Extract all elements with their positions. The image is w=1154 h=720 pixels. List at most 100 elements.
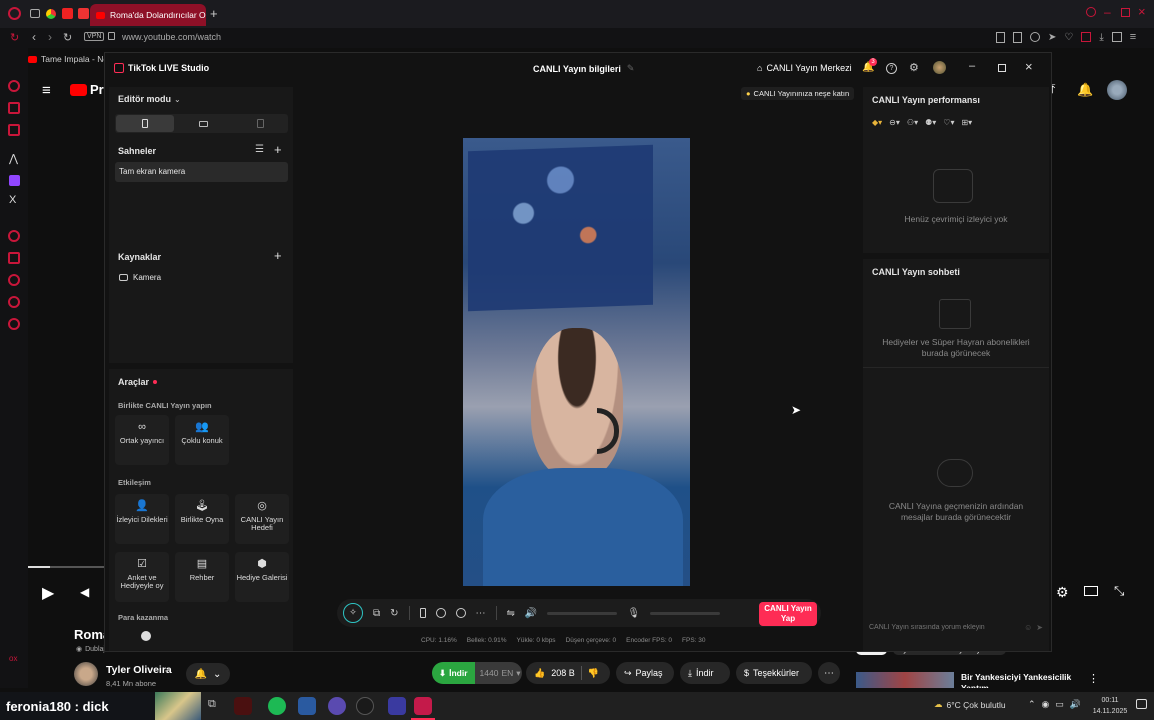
app-taskbar-icon[interactable] <box>388 697 406 715</box>
scene-item[interactable]: Tam ekran kamera <box>115 162 288 182</box>
viewers-icon[interactable]: ⚇▾ <box>907 118 918 127</box>
maximize-icon[interactable] <box>1121 8 1130 17</box>
go-live-button[interactable]: CANLI Yayın Yap <box>759 602 817 626</box>
obs-taskbar-icon[interactable] <box>356 697 374 715</box>
add-scene-icon[interactable]: + <box>274 142 282 157</box>
replay-icon[interactable] <box>455 608 466 618</box>
pinned-tab-icon[interactable] <box>62 8 73 19</box>
sidebar-twitch-icon[interactable] <box>9 175 20 186</box>
sidebar-messenger-icon[interactable] <box>8 102 20 114</box>
edit-icon[interactable]: ✎ <box>627 63 635 74</box>
pinned-tab-icon[interactable] <box>46 9 56 19</box>
add-source-icon[interactable]: + <box>274 248 282 263</box>
sidebar-clock-icon[interactable] <box>8 274 20 286</box>
forward-icon[interactable]: › <box>48 30 52 44</box>
sidebar-x-icon[interactable]: X <box>9 194 16 206</box>
back-icon[interactable]: ‹ <box>32 30 36 44</box>
camera-preview[interactable] <box>463 138 690 586</box>
more-actions-button[interactable]: ⋯ <box>818 662 840 684</box>
suggested-title[interactable]: Bir Yankesiciyi Yankesicilik Yaptım <box>961 672 1081 688</box>
menu-icon[interactable]: ≡ <box>1130 31 1136 43</box>
subscribed-button[interactable]: 🔔 ⌄ <box>186 663 230 685</box>
sidebar-whatsapp-icon[interactable] <box>8 124 20 136</box>
dual-mode-button[interactable] <box>232 115 288 132</box>
likes-icon[interactable]: ♡▾ <box>943 118 954 127</box>
sidebar-more-icon[interactable]: ox <box>9 654 17 663</box>
tab-islands-icon[interactable] <box>30 9 40 18</box>
screenshot-icon[interactable] <box>1111 32 1122 42</box>
window-maximize-icon[interactable] <box>998 64 1006 72</box>
weather-widget[interactable]: ☁ 6°C Çok bulutlu <box>934 699 1006 710</box>
download-icon[interactable]: ⤓ <box>1099 32 1103 43</box>
landscape-mode-button[interactable] <box>174 115 232 132</box>
earn-icon[interactable] <box>141 631 151 641</box>
fullscreen-icon[interactable]: ⤡ <box>1114 583 1124 599</box>
thanks-button[interactable]: $ Teşekkürler <box>736 662 812 684</box>
chat-input[interactable] <box>869 618 1021 636</box>
emoji-icon[interactable]: ☺ <box>1024 623 1032 632</box>
window-minimize-icon[interactable]: – <box>969 60 975 72</box>
url-text[interactable]: www.youtube.com/watch <box>122 32 221 42</box>
hamburger-icon[interactable]: ≡ <box>42 82 51 99</box>
channel-avatar[interactable] <box>74 662 98 686</box>
diamond-icon[interactable]: ◆▾ <box>872 118 882 127</box>
discord-taskbar-icon[interactable] <box>328 697 346 715</box>
snapshot-icon[interactable] <box>1013 31 1022 43</box>
send-icon[interactable]: ➤ <box>1036 623 1043 632</box>
youtube-download-button[interactable]: ⤓ İndir <box>680 662 730 684</box>
channel-name[interactable]: Tyler Oliveira <box>106 664 172 676</box>
like-icon[interactable]: 👍 <box>534 668 545 679</box>
reload-alt-icon[interactable]: ↻ <box>10 31 19 44</box>
sidebar-settings-icon[interactable] <box>8 318 20 330</box>
opera-gx-taskbar-icon[interactable] <box>234 697 252 715</box>
magic-effects-icon[interactable]: ✧ <box>343 603 363 623</box>
coin-icon[interactable]: ⊖▾ <box>889 118 900 127</box>
download-button[interactable]: ⬇ İndir <box>432 662 475 684</box>
poll-button[interactable]: ☑ Anket ve Hediyeyle oy <box>115 552 169 602</box>
sidebar-extensions-icon[interactable] <box>8 296 20 308</box>
mixer-icon[interactable]: ⇋ <box>507 608 515 619</box>
live-info-title[interactable]: CANLI Yayın bilgileri ✎ <box>533 63 634 74</box>
send-icon[interactable]: ➤ <box>1048 32 1056 43</box>
app-taskbar-icon[interactable] <box>298 697 316 715</box>
clock[interactable]: 00:11 14.11.2025 <box>1090 695 1130 717</box>
speaker-volume-slider[interactable] <box>547 611 618 615</box>
reload-icon[interactable]: ↻ <box>63 31 72 44</box>
active-tab[interactable]: Roma'da Dolandırıcılar O <box>90 4 206 26</box>
record-icon[interactable] <box>435 608 446 618</box>
sidebar-history-icon[interactable] <box>8 230 20 242</box>
sidebar-ai-icon[interactable] <box>8 80 20 92</box>
progress-bar[interactable] <box>28 566 104 568</box>
portrait-mode-button[interactable] <box>116 115 174 132</box>
pin-icon[interactable] <box>996 31 1005 43</box>
kebab-menu-icon[interactable]: ⋮ <box>1088 672 1099 685</box>
live-center-button[interactable]: ⌂ CANLI Yayın Merkezi <box>757 63 852 73</box>
scene-list-icon[interactable]: ☰ <box>255 144 264 155</box>
rotate-icon[interactable]: ↻ <box>390 608 398 619</box>
spotify-taskbar-icon[interactable] <box>268 697 286 715</box>
co-host-button[interactable]: ∞ Ortak yayıncı <box>115 415 169 465</box>
layout-icon[interactable]: ⧉ <box>373 608 380 619</box>
profile-avatar[interactable] <box>933 61 946 74</box>
settings-icon[interactable]: ⚙ <box>1056 584 1069 601</box>
viewer-wishes-button[interactable]: 👤 İzleyici Dilekleri <box>115 494 169 544</box>
source-item[interactable]: Kamera <box>119 273 161 282</box>
sidebar-bookmarks-icon[interactable] <box>8 252 20 264</box>
vpn-badge[interactable]: VPN <box>84 32 105 41</box>
new-followers-icon[interactable]: ⚉▾ <box>925 118 936 127</box>
editor-mode-dropdown[interactable]: Editör modu ⌄ <box>118 94 181 104</box>
speaker-icon[interactable]: 🔊 <box>525 608 537 619</box>
extensions-icon[interactable] <box>1081 32 1092 42</box>
dislike-icon[interactable]: 👎 <box>588 668 599 679</box>
settings-icon[interactable]: ⚙ <box>909 61 919 74</box>
notifications-icon[interactable]: 🔔 <box>1077 82 1093 98</box>
tiktok-taskbar-icon[interactable] <box>414 697 432 715</box>
play-icon[interactable]: ▶ <box>42 583 54 603</box>
shield-icon[interactable] <box>1030 32 1040 42</box>
tray-chevron-icon[interactable]: ⌃ <box>1028 699 1036 710</box>
suggested-thumbnail[interactable] <box>856 672 954 688</box>
account-avatar[interactable] <box>1107 80 1127 100</box>
window-close-icon[interactable]: × <box>1025 59 1033 74</box>
guide-button[interactable]: ▤ Rehber <box>175 552 229 602</box>
task-view-icon[interactable]: ⧉ <box>208 698 216 711</box>
